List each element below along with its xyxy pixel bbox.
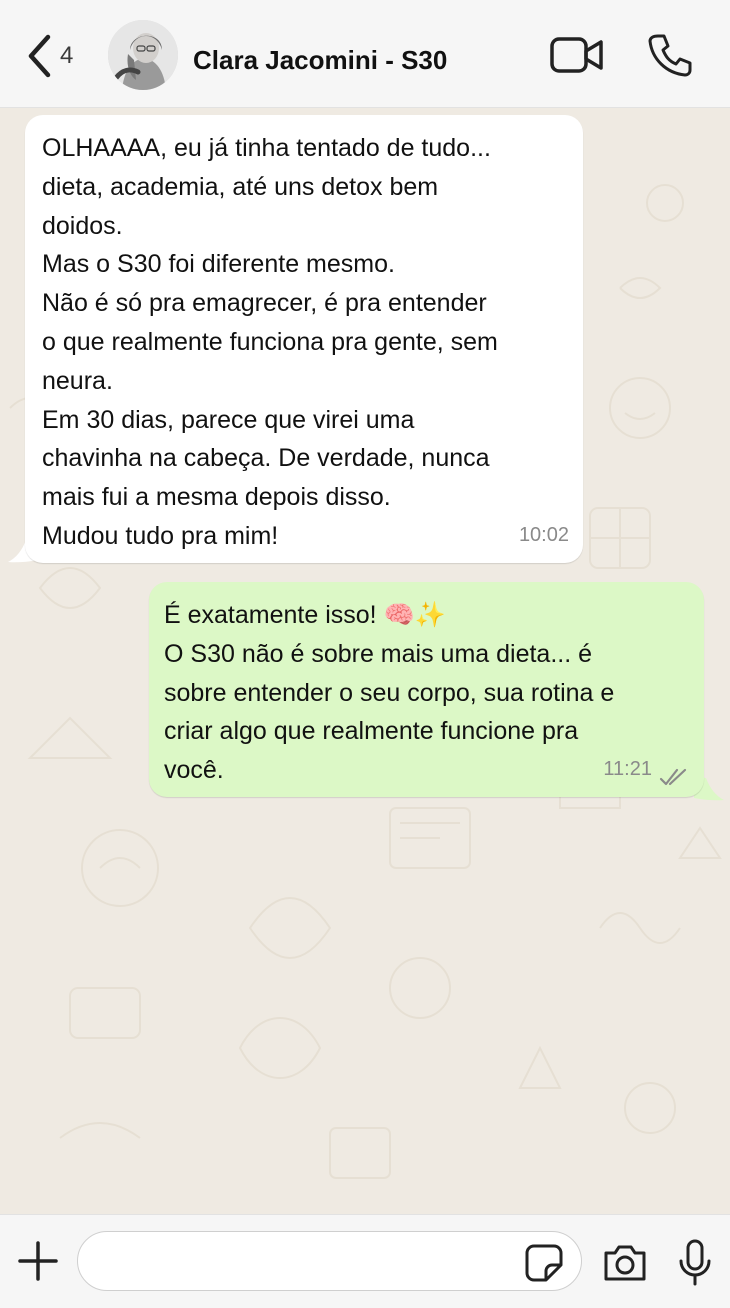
message-input[interactable] bbox=[77, 1231, 582, 1291]
microphone-icon bbox=[679, 1239, 711, 1286]
plus-icon bbox=[18, 1241, 58, 1281]
message-line: criar algo que realmente funcione pra bbox=[164, 717, 579, 746]
chat-header: 4 Clara Jacomini - S30 bbox=[0, 0, 730, 108]
attach-button[interactable] bbox=[18, 1241, 58, 1281]
video-camera-icon bbox=[550, 37, 603, 73]
message-line: Não é só pra emagrecer, é pra entender bbox=[42, 289, 487, 318]
camera-icon bbox=[604, 1245, 646, 1281]
sticker-icon bbox=[525, 1244, 563, 1282]
message-timestamp: 11:21 bbox=[603, 758, 652, 781]
message-line: Mudou tudo pra mim! bbox=[42, 521, 279, 550]
phone-icon bbox=[648, 34, 692, 77]
video-call-button[interactable] bbox=[550, 36, 604, 74]
message-line: Mas o S30 foi diferente mesmo. bbox=[42, 250, 395, 279]
outgoing-message-bubble[interactable]: É exatamente isso! 🧠✨ O S30 não é sobre … bbox=[149, 582, 704, 797]
contact-name[interactable]: Clara Jacomini - S30 bbox=[193, 45, 447, 76]
double-check-icon bbox=[659, 768, 687, 786]
message-line: o que realmente funciona pra gente, sem bbox=[42, 327, 498, 356]
sticker-button[interactable] bbox=[524, 1243, 564, 1283]
message-line: Em 30 dias, parece que virei uma bbox=[42, 405, 415, 434]
message-line: dieta, academia, até uns detox bem bbox=[42, 172, 439, 201]
chat-area[interactable]: OLHAAAA, eu já tinha tentado de tudo... … bbox=[0, 108, 730, 1214]
unread-count: 4 bbox=[60, 42, 74, 69]
message-line: chavinha na cabeça. De verdade, nunca bbox=[42, 444, 490, 473]
message-line: mais fui a mesma depois disso. bbox=[42, 483, 391, 512]
message-line: OLHAAAA, eu já tinha tentado de tudo... bbox=[42, 134, 491, 162]
incoming-message-bubble[interactable]: OLHAAAA, eu já tinha tentado de tudo... … bbox=[25, 115, 583, 563]
message-line: sobre entender o seu corpo, sua rotina e bbox=[164, 678, 615, 707]
avatar-photo bbox=[108, 20, 178, 90]
avatar[interactable] bbox=[108, 20, 178, 90]
message-line: doidos. bbox=[42, 211, 123, 240]
voice-call-button[interactable] bbox=[648, 33, 692, 77]
message-composer bbox=[0, 1214, 730, 1308]
message-line: O S30 não é sobre mais uma dieta... é bbox=[164, 639, 593, 668]
back-button[interactable]: 4 bbox=[26, 32, 86, 80]
message-line: É exatamente isso! 🧠✨ bbox=[164, 601, 446, 629]
chevron-left-icon bbox=[28, 34, 51, 78]
message-line: neura. bbox=[42, 366, 113, 395]
camera-button[interactable] bbox=[602, 1243, 648, 1283]
microphone-button[interactable] bbox=[677, 1239, 713, 1287]
message-timestamp: 10:02 bbox=[518, 524, 569, 547]
